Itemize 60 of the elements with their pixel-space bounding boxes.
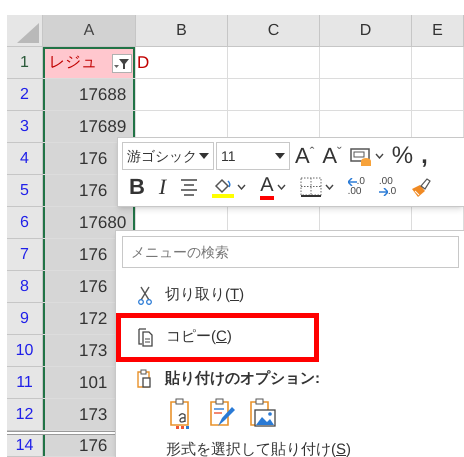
- toolbar-button[interactable]: I: [156, 173, 170, 201]
- borders-icon[interactable]: [300, 177, 322, 197]
- section-heading: 貼り付けのオプション:: [165, 368, 320, 389]
- table-cell[interactable]: 17680: [43, 207, 136, 239]
- font-name-field[interactable]: 游ゴシック: [122, 142, 214, 170]
- column-header[interactable]: C: [228, 15, 320, 47]
- row-number[interactable]: 10: [7, 335, 43, 367]
- table-cell[interactable]: [412, 79, 464, 111]
- table-cell[interactable]: 17689: [43, 111, 136, 143]
- column-header[interactable]: A: [43, 15, 136, 47]
- search-field[interactable]: メニューの検索: [122, 236, 459, 268]
- row-number[interactable]: 11: [7, 367, 43, 399]
- scissors-icon: [138, 286, 152, 304]
- row-number[interactable]: 14: [7, 435, 43, 457]
- increase-decimal-button[interactable]: .0 .00: [344, 173, 368, 201]
- toolbar-button[interactable]: ,: [418, 142, 431, 170]
- table-cell[interactable]: D: [136, 47, 228, 79]
- row-number[interactable]: 12: [7, 399, 43, 431]
- filter-button[interactable]: [112, 54, 132, 73]
- row-number[interactable]: 3: [7, 111, 43, 143]
- menu-item[interactable]: コピー(C): [116, 313, 319, 362]
- cell-style-icon[interactable]: [350, 146, 372, 166]
- row-number[interactable]: 6: [7, 207, 43, 239]
- row-number[interactable]: 4: [7, 143, 43, 175]
- column-header[interactable]: B: [136, 15, 228, 47]
- table-cell[interactable]: レジュ: [43, 47, 136, 79]
- fill-color-icon[interactable]: [212, 176, 234, 198]
- column-header[interactable]: E: [412, 15, 464, 47]
- table-cell[interactable]: [320, 47, 412, 79]
- paintbrush-icon[interactable]: [410, 176, 432, 198]
- font-size-field[interactable]: 11: [216, 142, 290, 170]
- left-arrow-icon: [348, 178, 357, 186]
- table-cell[interactable]: [228, 47, 320, 79]
- header-text: レジュ: [48, 52, 97, 72]
- chevron-icon[interactable]: [276, 184, 286, 190]
- column-header[interactable]: D: [320, 15, 412, 47]
- row-number[interactable]: 2: [7, 79, 43, 111]
- table-cell[interactable]: [136, 79, 228, 111]
- table-cell[interactable]: [412, 47, 464, 79]
- decrease-decimal-button[interactable]: .00 .0: [376, 173, 400, 201]
- chevron-icon[interactable]: [237, 184, 246, 190]
- row-number[interactable]: 9: [7, 303, 43, 335]
- chevron-icon[interactable]: [374, 153, 384, 159]
- clipboard-icon: [137, 369, 152, 389]
- copy-icon: [138, 328, 153, 347]
- align-center-icon[interactable]: [180, 177, 198, 197]
- table-cell[interactable]: [320, 79, 412, 111]
- chevron-icon[interactable]: [324, 184, 334, 190]
- filter-icon: [114, 57, 130, 70]
- right-arrow-icon: [378, 188, 388, 196]
- toolbar-button[interactable]: %: [388, 142, 416, 170]
- row-number[interactable]: 1: [7, 47, 43, 79]
- row-number[interactable]: 7: [7, 239, 43, 271]
- table-cell[interactable]: [228, 79, 320, 111]
- row-number[interactable]: 8: [7, 271, 43, 303]
- row-number[interactable]: 5: [7, 175, 43, 207]
- table-cell[interactable]: 17688: [43, 79, 136, 111]
- toolbar-button[interactable]: A: [257, 173, 289, 201]
- dropdown-arrow-icon[interactable]: [199, 153, 209, 159]
- dropdown-arrow-icon[interactable]: [275, 153, 285, 159]
